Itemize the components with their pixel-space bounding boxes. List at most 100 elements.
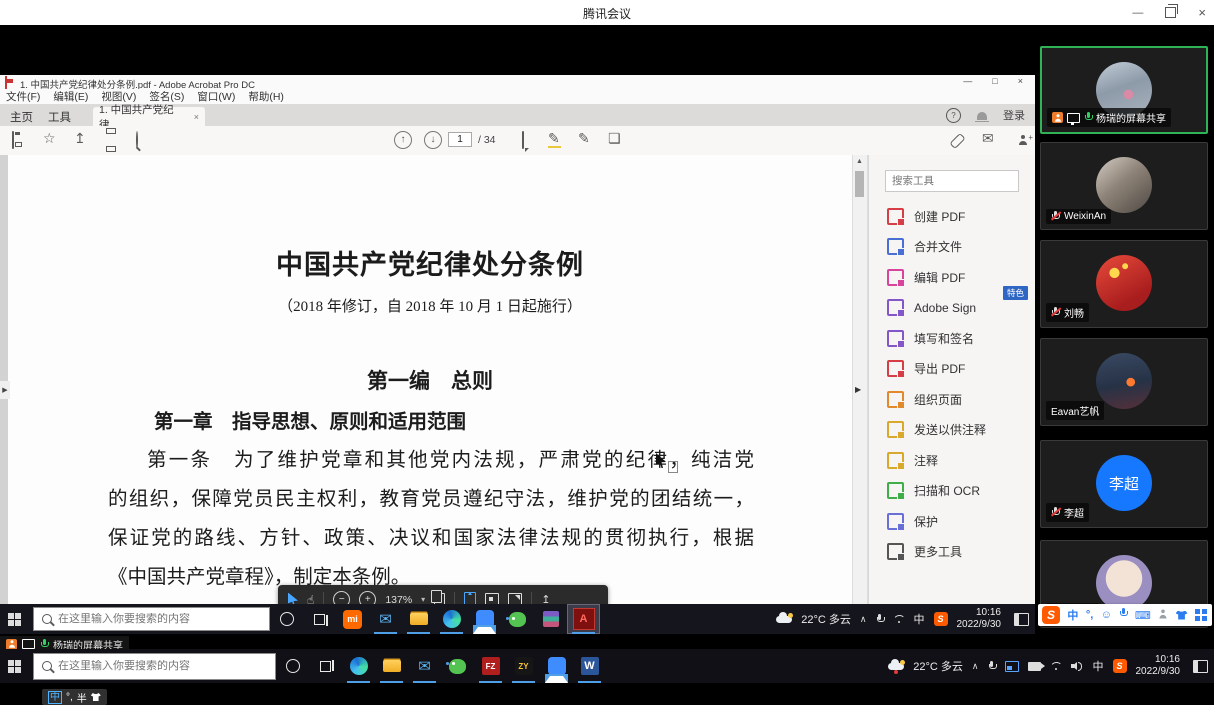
emoji-icon[interactable]: ☺ [1101,609,1112,621]
mail-icon[interactable]: ✉ [408,649,441,683]
file-explorer-icon[interactable] [375,649,408,683]
xiaomi-icon[interactable]: mi [336,604,369,634]
ime-mode-icon[interactable]: 中 [1067,607,1078,623]
skin-icon[interactable] [1176,611,1188,620]
tool-fill-sign[interactable]: 填写和签名 [869,323,1036,354]
edge-icon[interactable] [342,649,375,683]
tab-tools[interactable]: 工具 [48,107,71,126]
network-icon[interactable] [893,615,905,624]
winrar-icon[interactable] [534,604,567,634]
keyboard-icon[interactable]: ⌨ [1135,609,1151,622]
main-search-box[interactable] [33,653,276,680]
minimize-button[interactable]: — [1132,7,1143,19]
tool-send-for-comments[interactable]: 发送以供注释 [869,415,1036,446]
sogou-tray-icon[interactable]: S [934,612,948,626]
tools-search-input[interactable] [885,170,1019,192]
shared-search-input[interactable] [58,613,261,625]
ime-half-label[interactable]: 半 [77,690,87,705]
page-number-input[interactable] [448,132,472,147]
start-button-icon[interactable] [8,660,21,673]
mail-icon[interactable]: ✉ [369,604,402,634]
tools-panel-expander[interactable]: ▶ [855,385,861,394]
sign-pen-icon[interactable]: ✎ [578,130,590,146]
toolbox-icon[interactable] [1195,609,1200,614]
mic-icon[interactable] [988,661,996,672]
add-person-icon[interactable]: + [1018,135,1028,145]
chevron-up-icon[interactable]: ∧ [860,614,867,625]
ime-punct-label[interactable]: °, [66,692,73,703]
account-icon[interactable] [1158,606,1168,624]
acrobat-maximize-button[interactable]: □ [992,76,997,86]
task-view-icon[interactable] [303,604,336,634]
zoom-dropdown-icon[interactable]: ▾ [421,595,425,604]
star-icon[interactable]: ☆ [43,130,56,146]
save-icon[interactable] [12,131,14,149]
acrobat-icon[interactable]: A [567,604,600,634]
zy-player-icon[interactable]: ZY [507,649,540,683]
ime-status-pill[interactable]: 中 °, 半 [42,689,107,705]
menu-edit[interactable]: 编辑(E) [53,89,88,104]
acrobat-close-button[interactable]: × [1018,76,1023,86]
wechat-icon[interactable] [501,604,534,634]
weather-icon[interactable] [776,616,792,623]
punctuation-icon[interactable]: °, [1086,609,1093,621]
find-icon[interactable] [136,131,138,149]
acrobat-minimize-button[interactable]: — [963,76,972,86]
cortana-icon[interactable] [270,604,303,634]
network-icon[interactable] [1050,662,1062,671]
shared-search-box[interactable] [33,607,270,631]
scrollbar-thumb[interactable] [855,171,864,197]
tool-comment[interactable]: 注释 [869,445,1036,476]
restore-button[interactable] [1165,7,1176,18]
ime-zh-icon[interactable]: 中 [914,611,925,627]
edge-icon[interactable] [435,604,468,634]
share-upload-icon[interactable]: ↥ [74,130,86,146]
participant-tile[interactable]: 杨瑞的屏幕共享 [1040,46,1208,134]
tab-close-icon[interactable]: × [194,112,199,122]
docs-app-icon[interactable] [468,604,501,634]
cortana-icon[interactable] [276,649,309,683]
menu-window[interactable]: 窗口(W) [197,89,235,104]
tab-document[interactable]: 1. 中国共产党纪律... × [93,107,205,126]
task-view-icon[interactable] [309,649,342,683]
participant-tile[interactable]: 刘畅 [1040,240,1208,328]
scroll-up-icon[interactable]: ▲ [856,158,863,165]
link-icon[interactable] [949,133,965,149]
cast-icon[interactable] [1005,661,1019,672]
ime-mode-label[interactable]: 中 [48,691,62,704]
chevron-up-icon[interactable]: ∧ [972,661,979,672]
wechat-icon[interactable] [441,649,474,683]
tool-protect[interactable]: 保护 [869,506,1036,537]
action-center-icon[interactable] [1193,660,1208,673]
menu-help[interactable]: 帮助(H) [248,89,284,104]
sogou-tray-icon[interactable]: S [1113,659,1127,673]
help-icon[interactable]: ? [946,108,961,123]
ime-zh-icon[interactable]: 中 [1093,658,1104,674]
tool-adobe-sign[interactable]: Adobe Sign特色 [869,293,1036,324]
tool-combine-files[interactable]: 合并文件 [869,232,1036,263]
participant-tile[interactable]: 李超李超 [1040,440,1208,528]
stamp-tool-icon[interactable]: ❏ [608,130,621,146]
tool-organize-pages[interactable]: 组织页面 [869,384,1036,415]
tool-export-pdf[interactable]: 导出 PDF [869,354,1036,385]
participant-tile[interactable]: WeixinAn [1040,142,1208,230]
page-down-icon[interactable]: ↓ [424,131,442,149]
mail-send-icon[interactable]: ✉ [982,130,994,146]
ime-skin-icon[interactable] [91,693,101,701]
word-icon[interactable]: W [573,649,606,683]
weather-label[interactable]: 22°C 多云 [801,611,851,627]
volume-icon[interactable] [1071,661,1084,671]
clock[interactable]: 10:16 2022/9/30 [957,607,1002,631]
sogou-logo-icon[interactable]: S [1042,606,1060,624]
login-button[interactable]: 登录 [1003,107,1025,123]
file-explorer-icon[interactable] [402,604,435,634]
tool-create-pdf[interactable]: 创建 PDF [869,201,1036,232]
participant-tile[interactable]: Eavan艺帆 [1040,338,1208,426]
tool-more-tools[interactable]: 更多工具 [869,537,1036,568]
weather-label[interactable]: 22°C 多云 [913,658,963,674]
tool-scan-ocr[interactable]: 扫描和 OCR [869,476,1036,507]
voice-input-icon[interactable] [1119,606,1127,624]
main-search-input[interactable] [58,660,267,672]
weather-icon[interactable] [888,663,904,670]
close-button[interactable]: × [1198,5,1206,20]
